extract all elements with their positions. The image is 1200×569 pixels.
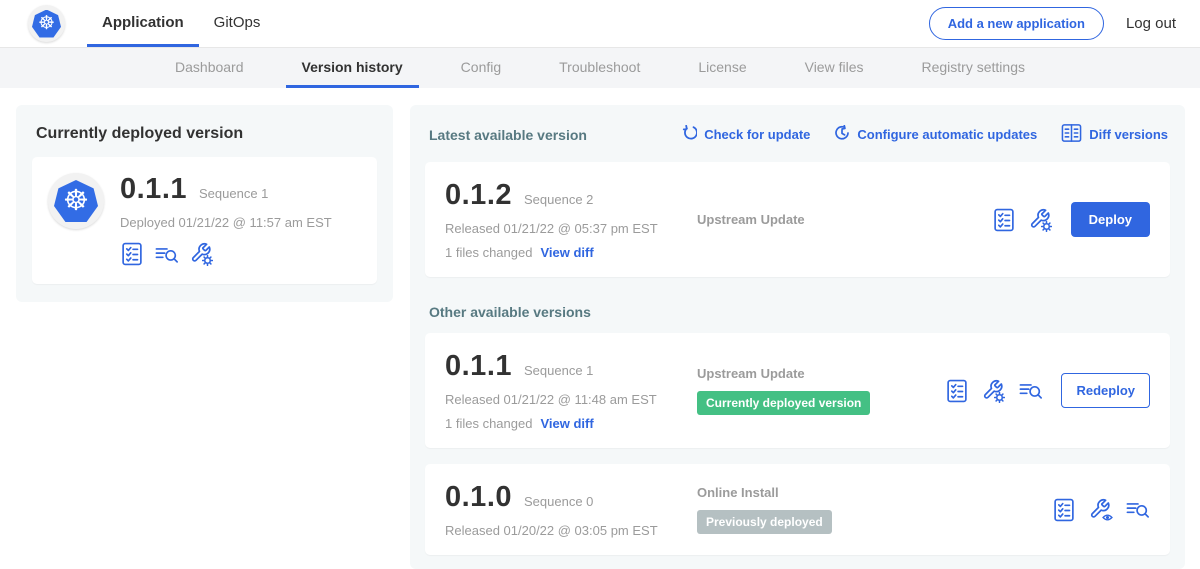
subnav-registry-settings[interactable]: Registry settings — [906, 48, 1041, 88]
subnav-config[interactable]: Config — [445, 48, 517, 88]
subnav-license[interactable]: License — [682, 48, 762, 88]
deployed-panel-title: Currently deployed version — [32, 121, 377, 157]
previously-deployed-badge: Previously deployed — [697, 510, 832, 534]
sequence-label: Sequence 1 — [524, 363, 593, 378]
view-diff-link[interactable]: View diff — [540, 416, 593, 431]
version-card-0-1-2: 0.1.2 Sequence 2 Released 01/21/22 @ 05:… — [425, 162, 1170, 277]
release-notes-icon[interactable] — [992, 208, 1016, 232]
main-content: Currently deployed version ☸ 0.1.1 Seque… — [0, 88, 1200, 569]
version-number: 0.1.1 — [445, 350, 512, 383]
deployed-sequence-label: Sequence 1 — [199, 186, 268, 201]
tab-gitops[interactable]: GitOps — [199, 0, 276, 47]
sequence-label: Sequence 0 — [524, 494, 593, 509]
configure-updates-link[interactable]: Configure automatic updates — [834, 125, 1037, 144]
header-right: Add a new application Log out — [929, 0, 1176, 47]
release-notes-icon[interactable] — [120, 242, 144, 266]
check-for-update-link[interactable]: Check for update — [681, 125, 810, 144]
released-timestamp: Released 01/21/22 @ 11:48 am EST — [445, 392, 697, 407]
add-application-button[interactable]: Add a new application — [929, 7, 1104, 40]
currently-deployed-panel: Currently deployed version ☸ 0.1.1 Seque… — [16, 105, 393, 302]
config-icon[interactable] — [982, 379, 1006, 403]
subnav-troubleshoot[interactable]: Troubleshoot — [543, 48, 656, 88]
view-diff-link[interactable]: View diff — [540, 245, 593, 260]
kubernetes-logo-icon: ☸ — [28, 5, 65, 42]
app-logo-icon: ☸ — [48, 173, 104, 229]
files-changed-label: 1 files changed — [445, 245, 532, 260]
deployed-version-card: ☸ 0.1.1 Sequence 1 Deployed 01/21/22 @ 1… — [32, 157, 377, 284]
deploy-logs-icon[interactable] — [155, 242, 179, 266]
currently-deployed-badge: Currently deployed version — [697, 391, 870, 415]
released-timestamp: Released 01/21/22 @ 05:37 pm EST — [445, 221, 697, 236]
page: ☸ Application GitOps Add a new applicati… — [0, 0, 1200, 564]
top-header: ☸ Application GitOps Add a new applicati… — [0, 0, 1200, 47]
kubernetes-logo[interactable]: ☸ — [28, 0, 65, 47]
subnav-view-files[interactable]: View files — [789, 48, 880, 88]
preflight-results-icon[interactable] — [1089, 498, 1113, 522]
app-subnav: Dashboard Version history Config Trouble… — [0, 47, 1200, 88]
diff-versions-label: Diff versions — [1089, 127, 1168, 142]
subnav-dashboard[interactable]: Dashboard — [159, 48, 260, 88]
version-number: 0.1.0 — [445, 481, 512, 514]
subnav-version-history[interactable]: Version history — [286, 48, 419, 88]
check-for-update-label: Check for update — [704, 127, 810, 142]
deploy-logs-icon[interactable] — [1019, 379, 1043, 403]
deployed-version-number: 0.1.1 — [120, 173, 187, 206]
config-icon[interactable] — [190, 242, 214, 266]
diff-icon — [1061, 123, 1082, 146]
deploy-logs-icon[interactable] — [1126, 498, 1150, 522]
version-source-label: Upstream Update — [697, 212, 992, 227]
header-tabs: Application GitOps — [87, 0, 275, 47]
latest-version-title: Latest available version — [429, 127, 587, 143]
version-card-0-1-1: 0.1.1 Sequence 1 Released 01/21/22 @ 11:… — [425, 333, 1170, 448]
version-number: 0.1.2 — [445, 179, 512, 212]
version-card-0-1-0: 0.1.0 Sequence 0 Released 01/20/22 @ 03:… — [425, 464, 1170, 555]
version-source-label: Online Install — [697, 485, 1052, 500]
deploy-button[interactable]: Deploy — [1071, 202, 1150, 237]
configure-updates-label: Configure automatic updates — [857, 127, 1037, 142]
diff-versions-link[interactable]: Diff versions — [1061, 123, 1168, 146]
tab-application[interactable]: Application — [87, 0, 199, 47]
version-history-panel: Latest available version Check for updat… — [410, 105, 1185, 569]
files-changed-label: 1 files changed — [445, 416, 532, 431]
deployed-timestamp: Deployed 01/21/22 @ 11:57 am EST — [120, 215, 332, 230]
config-icon[interactable] — [1029, 208, 1053, 232]
version-source-label: Upstream Update — [697, 366, 945, 381]
release-notes-icon[interactable] — [1052, 498, 1076, 522]
released-timestamp: Released 01/20/22 @ 03:05 pm EST — [445, 523, 697, 538]
other-versions-title: Other available versions — [429, 304, 1166, 320]
auto-update-icon — [834, 125, 850, 144]
check-update-icon — [681, 125, 697, 144]
redeploy-button[interactable]: Redeploy — [1061, 373, 1150, 408]
release-notes-icon[interactable] — [945, 379, 969, 403]
logout-button[interactable]: Log out — [1126, 15, 1176, 32]
sequence-label: Sequence 2 — [524, 192, 593, 207]
